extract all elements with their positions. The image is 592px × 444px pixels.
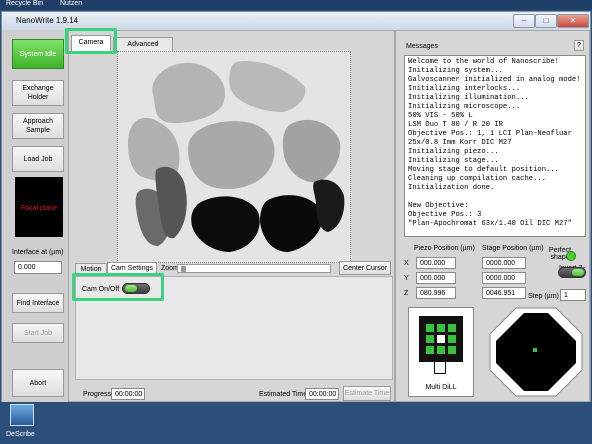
message-line: Objective Pos.: 3 — [408, 211, 482, 219]
multi-dill-label: Multi DiLL — [425, 384, 457, 391]
estimated-time-label: Estimated Time — [259, 391, 308, 398]
find-interface-button[interactable]: Find Interface — [12, 293, 64, 313]
objective-grid — [426, 324, 456, 354]
camera-view[interactable] — [117, 51, 351, 263]
zoom-slider-thumb[interactable] — [181, 266, 186, 272]
message-line: Initializing interlocks... — [408, 85, 521, 93]
piezo-z-field[interactable]: 080.996 — [416, 287, 456, 299]
system-status-button[interactable]: System Idle — [12, 39, 64, 69]
objective-selector[interactable] — [419, 316, 463, 362]
message-line: 25x/0.8 Imm Korr DIC M27 — [408, 139, 512, 147]
nanowrite-window: NanoWrite 1.9.14 – □ ✕ System Idle Excha… — [1, 11, 591, 402]
interface-label: Interface at (µm) — [12, 249, 64, 256]
describe-shortcut-label[interactable]: DeScribe — [6, 431, 35, 438]
help-button[interactable]: ? — [574, 40, 584, 51]
objective-slot[interactable] — [426, 324, 434, 332]
objective-connector — [434, 362, 446, 374]
piezo-y-field[interactable]: 000.000 — [416, 272, 456, 284]
message-line: Cleaning up compilation cache... — [408, 175, 547, 183]
step-label: Step (µm) — [528, 293, 559, 300]
message-line: 50% VIS - 50% L — [408, 112, 473, 120]
objective-slot[interactable] — [426, 335, 434, 343]
start-job-button[interactable]: Start Job — [12, 323, 64, 343]
stage-z-field[interactable]: 0046.951 — [482, 287, 526, 299]
stage-navigator[interactable] — [488, 306, 584, 398]
piezo-position-header: Piezo Position (µm) — [414, 245, 475, 252]
objective-slot-active[interactable] — [437, 335, 445, 343]
toggle-knob — [572, 269, 584, 276]
tab-advanced-settings[interactable]: Advanced Settings — [113, 37, 173, 62]
objective-slot[interactable] — [448, 324, 456, 332]
focal-plane-label: Focal plane — [20, 205, 58, 212]
interface-input[interactable]: 0.000 — [14, 261, 62, 274]
message-line: Moving stage to default position... — [408, 166, 559, 174]
load-job-button[interactable]: Load Job — [12, 146, 64, 172]
center-cursor-button[interactable]: Center Cursor — [339, 261, 391, 275]
close-button[interactable]: ✕ — [557, 14, 589, 28]
navigator-drawing — [489, 307, 583, 397]
message-line: Objective Pos.: 1, 1 LCI Plan-Neofluar — [408, 130, 572, 138]
messages-title: Messages — [406, 43, 438, 50]
center-panel: Advanced Settings Camera — [65, 28, 395, 402]
zoom-slider[interactable] — [177, 264, 331, 273]
multi-dill-panel: Multi DiLL — [408, 307, 474, 397]
objective-slot[interactable] — [426, 346, 434, 354]
left-control-panel: System Idle Exchange Holder Approach Sam… — [2, 30, 68, 402]
objective-slot[interactable] — [448, 346, 456, 354]
message-line: Initializing stage... — [408, 157, 499, 165]
messages-log: Welcome to the world of Nanoscribe! Init… — [404, 55, 586, 237]
piezo-x-field[interactable]: 000.000 — [416, 257, 456, 269]
desktop-top-strip: Recycle Bin Nutzen — [0, 0, 592, 10]
message-line: Initializing microscope... — [408, 103, 521, 111]
progress-field: 00:00:00 — [111, 388, 145, 400]
perfect-shape-indicator — [566, 251, 576, 261]
message-line: Initialization done. — [408, 184, 495, 192]
cam-settings-area: Cam On/Off — [72, 273, 393, 380]
invert-z-toggle[interactable] — [558, 267, 586, 278]
stage-x-field[interactable]: 0000.000 — [482, 257, 526, 269]
axis-y-label: Y — [404, 275, 409, 282]
objective-slot[interactable] — [448, 335, 456, 343]
objective-slot[interactable] — [437, 324, 445, 332]
camera-tab-highlight — [65, 28, 117, 54]
message-line: Initializing piezo... — [408, 148, 499, 156]
message-line: Welcome to the world of Nanoscribe! — [408, 58, 559, 66]
estimated-time-field: 00:00:00 — [305, 388, 339, 400]
progress-label: Progress — [83, 391, 112, 398]
focal-plane-preview: Focal plane — [15, 177, 63, 237]
right-panel: Messages ? Welcome to the world of Nanos… — [395, 30, 590, 402]
abort-button[interactable]: Abort — [12, 369, 64, 397]
stage-position-header: Stage Position (µm) — [482, 245, 544, 252]
message-line: LSM Duo T 80 / R 20 IR — [408, 121, 503, 129]
camera-image — [128, 61, 345, 252]
approach-sample-button[interactable]: Approach Sample — [12, 113, 64, 139]
exchange-holder-button[interactable]: Exchange Holder — [12, 80, 64, 106]
message-line: Initializing illumination... — [408, 94, 529, 102]
message-line — [408, 193, 582, 202]
maximize-button[interactable]: □ — [535, 14, 557, 28]
step-input[interactable]: 1 — [560, 289, 586, 301]
message-line: "Plan-Apochromat 63x/1.40 Oil DIC M27" — [408, 220, 572, 228]
objective-slot[interactable] — [437, 346, 445, 354]
desktop-item-recycle-bin[interactable]: Recycle Bin — [6, 0, 43, 7]
window-title: NanoWrite 1.9.14 — [16, 16, 79, 25]
axis-x-label: X — [404, 260, 409, 267]
minimize-button[interactable]: – — [513, 14, 535, 28]
desktop-item-nutzen[interactable]: Nutzen — [60, 0, 82, 7]
cam-onoff-highlight — [72, 273, 164, 301]
describe-shortcut-icon[interactable] — [10, 404, 34, 426]
axis-z-label: Z — [404, 290, 409, 297]
message-line: Initializing system... — [408, 67, 503, 75]
estimate-time-button[interactable]: Estimate Time — [343, 386, 391, 401]
micro-structure-image — [128, 61, 345, 252]
navigator-cursor — [533, 348, 537, 352]
message-line: Galvoscanner initialized in analog mode! — [408, 76, 581, 84]
stage-y-field[interactable]: 0000.000 — [482, 272, 526, 284]
message-line: New Objective: — [408, 202, 469, 210]
